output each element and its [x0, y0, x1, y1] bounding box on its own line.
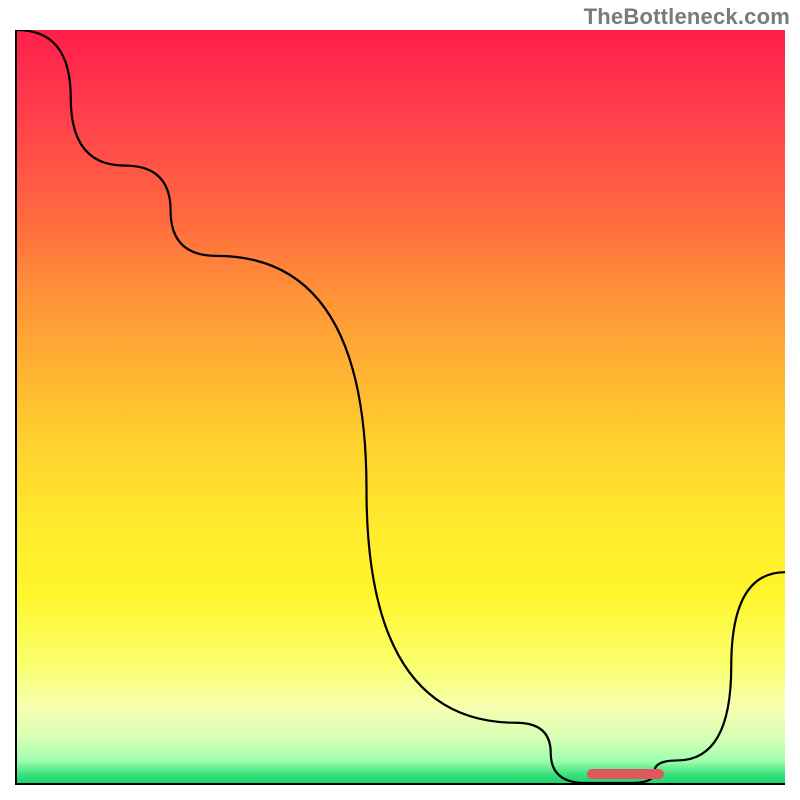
- optimal-range-marker: [587, 769, 664, 779]
- plot-area: [15, 30, 785, 785]
- curve-layer: [17, 30, 785, 783]
- bottleneck-chart: TheBottleneck.com: [0, 0, 800, 800]
- bottleneck-curve-path: [17, 30, 785, 783]
- watermark-text: TheBottleneck.com: [584, 4, 790, 30]
